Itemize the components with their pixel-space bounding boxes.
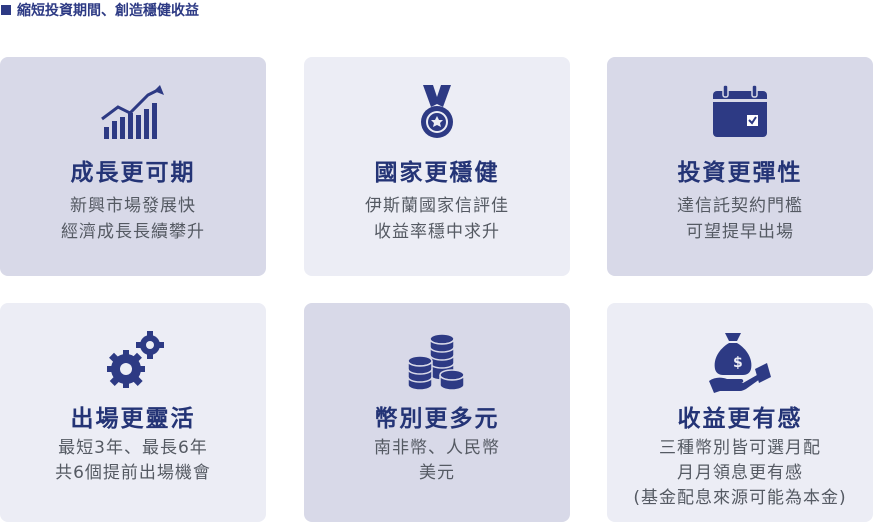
desc-line: 新興市場發展快 — [70, 196, 196, 216]
card-description: 南非幣、人民幣 美元 — [304, 436, 570, 486]
card-description: 三種幣別皆可選月配 月月領息更有感 (基金配息來源可能為本金) — [607, 436, 873, 511]
desc-line: 可望提早出場 — [686, 222, 794, 242]
desc-line: 南非幣、人民幣 — [374, 438, 500, 458]
card-description: 達信託契約門檻 可望提早出場 — [607, 193, 873, 245]
feature-card-stability: 國家更穩健 伊斯蘭國家信評佳 收益率穩中求升 — [304, 57, 570, 276]
desc-line: 共6個提前出場機會 — [55, 463, 211, 483]
desc-line: 月月領息更有感 — [677, 463, 803, 483]
money-bag-hand-icon: $ — [707, 331, 773, 397]
card-title: 成長更可期 — [70, 160, 196, 186]
desc-line: 收益率穩中求升 — [374, 222, 500, 242]
section-title: 縮短投資期間、創造穩健收益 — [17, 3, 199, 19]
desc-line: 三種幣別皆可選月配 — [659, 438, 821, 458]
svg-text:$: $ — [733, 355, 743, 371]
card-title: 出場更靈活 — [70, 406, 196, 432]
feature-card-flexibility: 投資更彈性 達信託契約門檻 可望提早出場 — [607, 57, 873, 276]
card-description: 新興市場發展快 經濟成長長續攀升 — [0, 193, 266, 245]
desc-line: 達信託契約門檻 — [677, 196, 803, 216]
desc-line: 美元 — [419, 463, 455, 483]
desc-line: (基金配息來源可能為本金) — [633, 488, 847, 508]
card-title: 投資更彈性 — [677, 160, 803, 186]
desc-line: 最短3年、最長6年 — [58, 438, 208, 458]
card-title: 收益更有感 — [677, 406, 803, 432]
desc-line: 伊斯蘭國家信評佳 — [365, 196, 509, 216]
calendar-check-icon — [711, 84, 769, 141]
feature-card-exit: 出場更靈活 最短3年、最長6年 共6個提前出場機會 — [0, 303, 266, 522]
feature-card-growth: 成長更可期 新興市場發展快 經濟成長長續攀升 — [0, 57, 266, 276]
feature-card-currency: 幣別更多元 南非幣、人民幣 美元 — [304, 303, 570, 522]
feature-card-income: $ 收益更有感 三種幣別皆可選月配 月月領息更有感 (基金配息來源可能為本金) — [607, 303, 873, 522]
section-header: 縮短投資期間、創造穩健收益 — [0, 0, 199, 20]
square-bullet-icon — [1, 5, 11, 15]
medal-icon — [417, 85, 457, 145]
card-description: 伊斯蘭國家信評佳 收益率穩中求升 — [304, 193, 570, 245]
card-title: 國家更穩健 — [374, 160, 500, 186]
bar-chart-growth-icon — [100, 85, 166, 145]
coin-stacks-icon — [406, 331, 468, 399]
card-title: 幣別更多元 — [374, 406, 500, 432]
desc-line: 經濟成長長續攀升 — [61, 222, 205, 242]
gears-icon — [102, 331, 164, 395]
card-description: 最短3年、最長6年 共6個提前出場機會 — [0, 436, 266, 486]
